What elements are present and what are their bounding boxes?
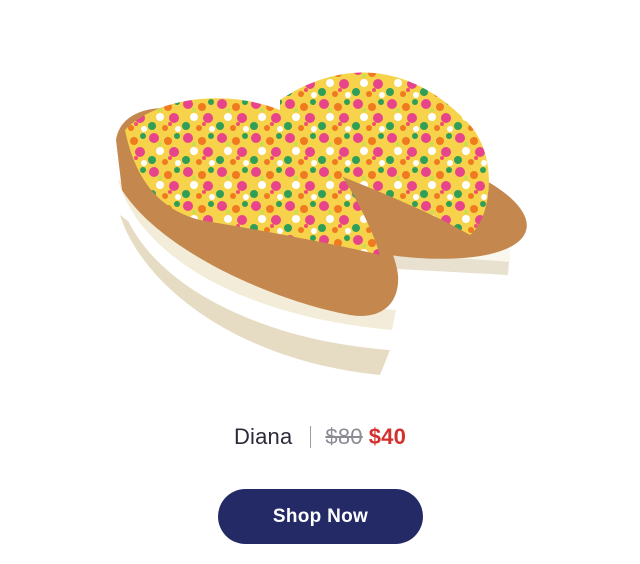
product-image[interactable]: [80, 30, 560, 400]
shop-now-button[interactable]: Shop Now: [218, 489, 423, 544]
sale-price: $40: [368, 424, 407, 449]
product-name[interactable]: Diana: [234, 424, 292, 450]
original-price: $80: [325, 424, 363, 449]
divider: [310, 426, 312, 448]
product-info: Diana $80 $40: [0, 420, 640, 454]
